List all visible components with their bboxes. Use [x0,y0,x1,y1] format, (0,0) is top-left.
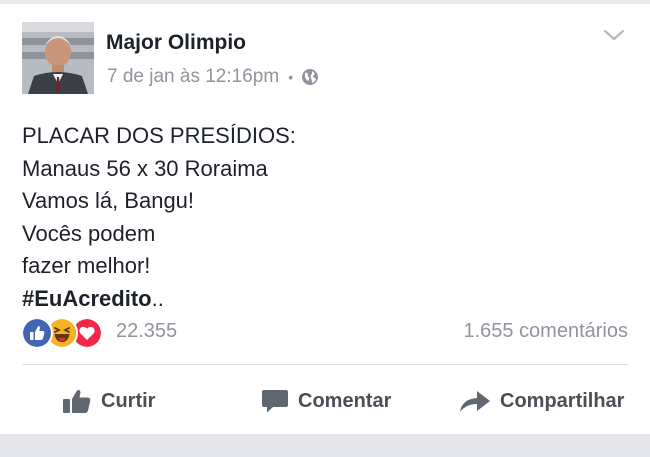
hashtag-link[interactable]: #EuAcredito [22,286,152,311]
like-button[interactable]: Curtir [62,384,155,418]
comment-bubble-icon [262,390,288,413]
share-button[interactable]: Compartilhar [459,384,624,418]
post-timestamp[interactable]: 7 de jan às 12:16pm [107,66,279,88]
avatar-photo [22,22,94,94]
comment-label: Comentar [298,389,392,412]
comment-count[interactable]: 1.655 comentários [463,320,628,343]
post-meta: 7 de jan às 12:16pm • [107,66,319,88]
globe-icon[interactable] [301,68,319,86]
reaction-icons[interactable] [21,317,111,349]
post-text: PLACAR DOS PRESÍDIOS: Manaus 56 x 30 Ror… [22,120,296,315]
share-arrow-icon [460,391,490,412]
post-line: PLACAR DOS PRESÍDIOS: [22,123,296,148]
reaction-count[interactable]: 22.355 [116,320,177,343]
profile-avatar[interactable] [22,22,94,94]
post-line: Vamos lá, Bangu! [22,188,195,213]
feed-bottom-separator [0,434,650,457]
meta-separator: • [288,69,294,85]
post-line: fazer melhor! [22,253,151,278]
hashtag-suffix: .. [151,285,164,311]
post-line: Vocês podem [22,220,156,246]
action-divider [22,364,628,365]
comment-button[interactable]: Comentar [261,384,391,418]
thumbs-up-icon [63,390,91,413]
like-label: Curtir [101,389,156,412]
like-reaction-icon [21,317,53,349]
post-line: Manaus 56 x 30 Roraima [22,155,268,181]
author-name[interactable]: Major Olimpio [106,31,246,55]
chevron-down-icon[interactable] [603,28,625,42]
share-label: Compartilhar [500,389,625,412]
hashtag-line: #EuAcredito.. [22,283,296,316]
